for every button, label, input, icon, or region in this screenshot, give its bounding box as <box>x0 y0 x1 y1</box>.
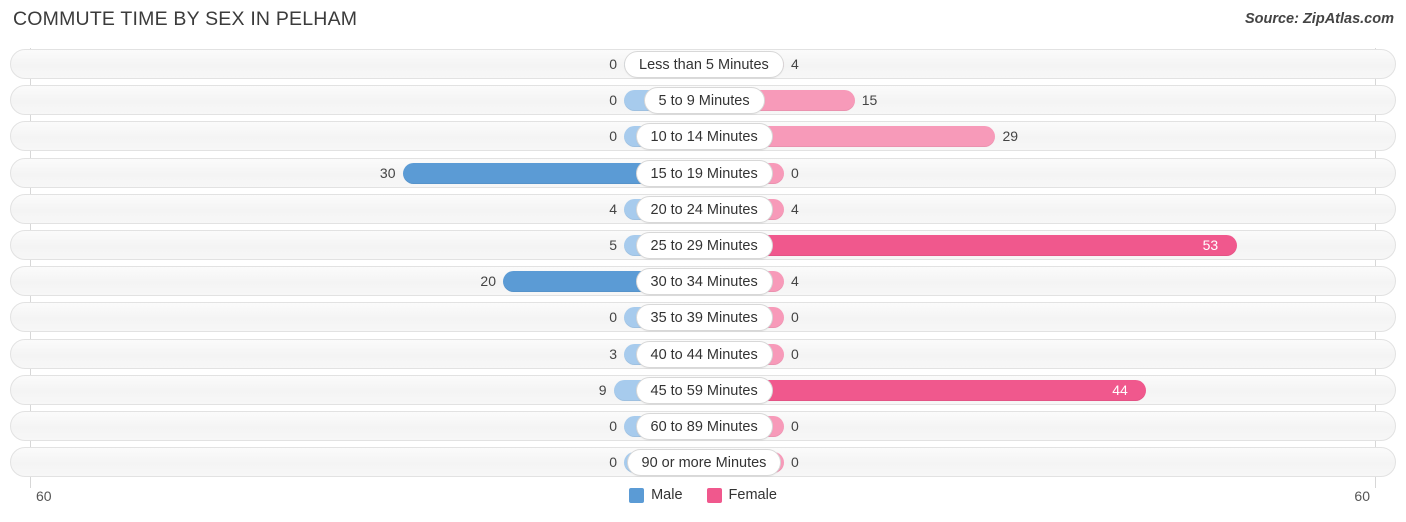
table-row[interactable]: 20 4 30 to 34 Minutes <box>10 266 1397 297</box>
table-row[interactable]: 0 29 10 to 14 Minutes <box>10 121 1397 152</box>
row-content: 30 0 15 to 19 Minutes <box>11 159 1397 187</box>
category-label-pill: 5 to 9 Minutes <box>643 87 765 115</box>
bar-value-male: 20 <box>480 273 496 290</box>
table-row[interactable]: 0 15 5 to 9 Minutes <box>10 85 1397 116</box>
bar-value-female: 0 <box>791 454 799 471</box>
legend-label-male: Male <box>651 487 683 503</box>
table-row[interactable]: 0 0 35 to 39 Minutes <box>10 302 1397 333</box>
category-label-pill: 40 to 44 Minutes <box>635 340 773 368</box>
category-label-pill: 10 to 14 Minutes <box>635 123 773 151</box>
row-content: 0 0 90 or more Minutes <box>11 448 1397 477</box>
legend-label-female: Female <box>728 487 777 503</box>
row-content: 0 0 60 to 89 Minutes <box>11 412 1397 440</box>
row-content: 9 44 45 to 59 Minutes <box>11 376 1397 404</box>
table-row[interactable]: 0 0 90 or more Minutes <box>10 447 1397 478</box>
category-label-pill: 90 or more Minutes <box>626 449 782 477</box>
chart-header: COMMUTE TIME BY SEX IN PELHAM Source: Zi… <box>0 0 1406 42</box>
category-label-pill: 35 to 39 Minutes <box>635 304 773 332</box>
table-row[interactable]: 3 0 40 to 44 Minutes <box>10 338 1397 369</box>
bar-value-female: 44 <box>1112 381 1128 398</box>
category-label-pill: 60 to 89 Minutes <box>635 413 773 440</box>
bar-value-male: 0 <box>609 309 617 326</box>
row-content: 20 4 30 to 34 Minutes <box>11 267 1397 296</box>
bar-value-female: 15 <box>861 92 878 109</box>
source-attribution: Source: ZipAtlas.com <box>1244 11 1394 27</box>
category-label-pill: Less than 5 Minutes <box>624 51 784 78</box>
category-label-pill: 20 to 24 Minutes <box>635 195 773 223</box>
table-row[interactable]: 4 4 20 to 24 Minutes <box>10 193 1397 224</box>
bar-value-female: 4 <box>791 273 799 290</box>
table-row[interactable]: 30 0 15 to 19 Minutes <box>10 157 1397 188</box>
row-content: 3 0 40 to 44 Minutes <box>11 340 1397 368</box>
bar-value-female: 4 <box>791 200 799 217</box>
bar-value-male: 0 <box>609 418 617 434</box>
bar-value-male: 4 <box>609 200 617 217</box>
table-row[interactable]: 9 44 45 to 59 Minutes <box>10 374 1397 405</box>
chart-page: COMMUTE TIME BY SEX IN PELHAM Source: Zi… <box>0 0 1406 522</box>
row-content: 5 53 25 to 29 Minutes <box>11 231 1397 259</box>
bar-value-male: 5 <box>609 237 617 253</box>
table-row[interactable]: 5 53 25 to 29 Minutes <box>10 230 1396 260</box>
category-label-pill: 45 to 59 Minutes <box>635 376 773 404</box>
row-content: 0 29 10 to 14 Minutes <box>11 122 1397 151</box>
bar-value-male: 0 <box>609 128 617 145</box>
bar-value-male: 0 <box>609 454 617 471</box>
table-row[interactable]: 0 4 Less than 5 Minutes <box>10 49 1396 79</box>
table-row[interactable]: 0 0 60 to 89 Minutes <box>10 411 1396 441</box>
bar-value-male: 0 <box>609 56 617 72</box>
row-content: 0 4 Less than 5 Minutes <box>11 50 1397 78</box>
row-content: 0 15 5 to 9 Minutes <box>11 86 1397 115</box>
bar-value-female: 0 <box>791 309 799 326</box>
bar-value-female: 53 <box>1202 237 1219 253</box>
legend-item-female[interactable]: Female <box>706 487 777 503</box>
chart-footer: 60 60 Male Female <box>0 482 1406 522</box>
bar-value-male: 3 <box>609 345 617 362</box>
legend-swatch-male-icon <box>629 487 645 503</box>
bar-female[interactable] <box>704 235 1237 256</box>
bar-value-male: 30 <box>379 164 396 181</box>
bar-value-female: 0 <box>791 418 799 434</box>
bar-value-female: 4 <box>791 56 799 72</box>
bar-value-male: 9 <box>598 381 607 398</box>
category-label-pill: 15 to 19 Minutes <box>635 159 773 187</box>
bar-value-male: 0 <box>609 92 617 109</box>
row-content: 0 0 35 to 39 Minutes <box>11 303 1397 332</box>
chart-legend: Male Female <box>0 487 1406 503</box>
bar-value-female: 29 <box>1002 128 1019 145</box>
category-label-pill: 25 to 29 Minutes <box>635 232 773 259</box>
legend-swatch-female-icon <box>706 487 722 503</box>
bar-value-female: 0 <box>791 164 799 181</box>
page-title: COMMUTE TIME BY SEX IN PELHAM <box>13 8 358 30</box>
bar-value-female: 0 <box>791 345 799 362</box>
row-content: 4 4 20 to 24 Minutes <box>11 195 1397 223</box>
legend-item-male[interactable]: Male <box>629 487 683 503</box>
category-label-pill: 30 to 34 Minutes <box>635 268 773 296</box>
bar-chart-plot-area: 0 4 Less than 5 Minutes 0 15 5 to 9 Minutes 0 2… <box>0 48 1406 488</box>
